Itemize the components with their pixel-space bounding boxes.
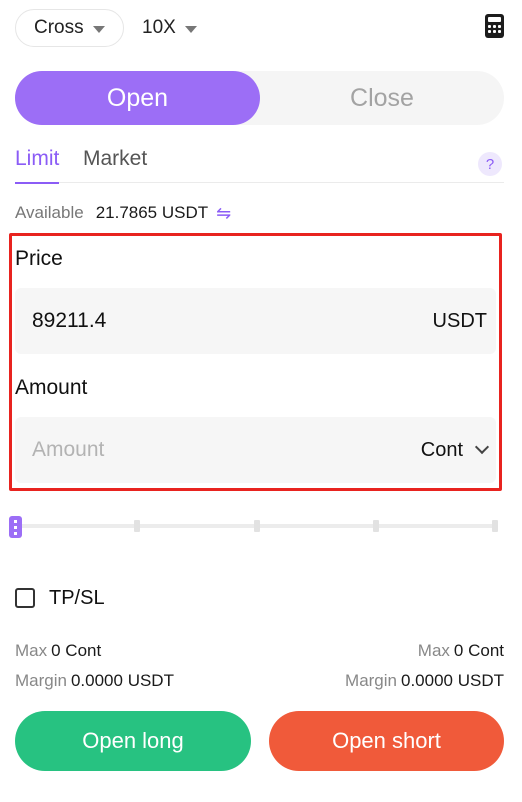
short-margin: Margin 0.0000 USDT [345,670,504,692]
short-max: Max 0 Cont [418,640,504,662]
available-value: 21.7865 USDT [95,203,209,222]
max-label: Max [417,641,450,660]
margin-value: 0.0000 USDT [70,671,174,690]
price-label: Price [15,247,63,270]
chevron-down-icon [474,439,490,455]
calculator-icon[interactable] [485,14,504,38]
margin-value: 0.0000 USDT [401,671,504,690]
tpsl-checkbox[interactable] [15,588,35,608]
tpsl-label: TP/SL [49,586,105,609]
help-icon[interactable]: ? [478,152,502,176]
slider-handle[interactable] [9,516,22,538]
slider-tick[interactable] [134,520,140,532]
long-max: Max 0 Cont [15,640,101,662]
swap-icon[interactable]: ⇋ [216,203,231,224]
leverage-label: 10X [142,17,176,38]
amount-unit-selector[interactable]: Cont [420,417,490,483]
amount-placeholder: Amount [32,438,105,461]
slider-tick[interactable] [492,520,498,532]
amount-input[interactable]: Amount Cont [15,417,496,483]
margin-label: Margin [345,671,397,690]
open-long-button[interactable]: Open long [15,711,251,771]
leverage-selector[interactable]: 10X [142,9,197,47]
margin-mode-label: Cross [34,17,84,38]
price-input[interactable]: 89211.4 USDT [15,288,496,354]
tpsl-toggle[interactable]: TP/SL [15,587,105,609]
amount-unit-label: Cont [420,438,463,461]
max-value: 0 Cont [51,641,102,660]
slider-tick[interactable] [254,520,260,532]
margin-label: Margin [15,671,67,690]
slider-tick[interactable] [373,520,379,532]
available-label: Available [15,203,84,222]
max-value: 0 Cont [453,641,504,660]
price-unit: USDT [432,309,487,332]
tab-market[interactable]: Market [83,147,147,171]
margin-mode-selector[interactable]: Cross [15,9,124,47]
tab-open[interactable]: Open [15,71,260,125]
top-bar: Cross 10X [15,9,507,47]
long-margin: Margin 0.0000 USDT [15,670,174,692]
order-type-tabs: Limit Market ? [15,143,504,184]
open-close-toggle: Open Close [15,71,504,125]
amount-label: Amount [15,376,88,399]
open-short-button[interactable]: Open short [269,711,504,771]
amount-slider[interactable] [9,516,498,538]
caret-down-icon [184,25,197,33]
available-balance: Available 21.7865 USDT ⇋ [15,202,231,224]
max-label: Max [15,641,48,660]
caret-down-icon [92,25,105,33]
tab-limit[interactable]: Limit [15,147,60,184]
price-value: 89211.4 [32,309,107,332]
tab-close[interactable]: Close [260,71,504,125]
